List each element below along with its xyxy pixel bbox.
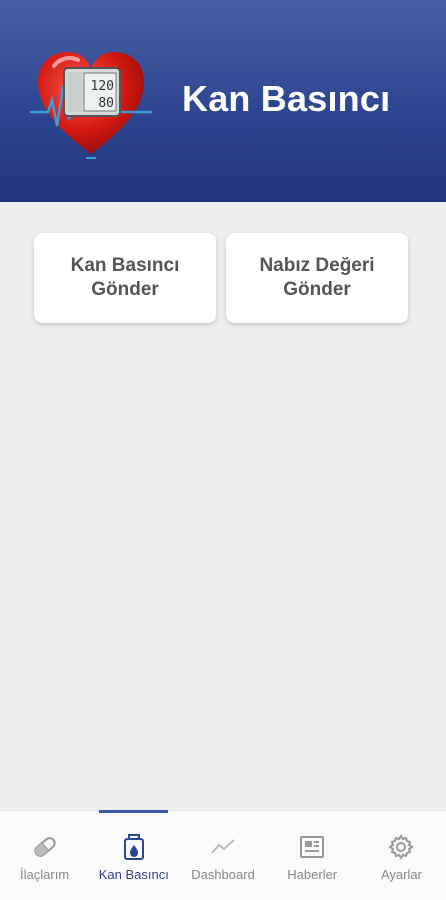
nav-label-dashboard: Dashboard [191,867,255,882]
send-blood-pressure-label-line1: Kan Basıncı [70,255,180,276]
send-pulse-button[interactable]: Nabız Değeri Gönder [226,233,408,323]
nav-item-haberler[interactable]: Haberler [268,811,357,900]
blood-bag-icon [123,834,144,860]
logo-display-top: 120 [91,79,114,94]
bottom-navigation: İlaçlarım Kan Basıncı Dashboard Haberler [0,810,446,900]
logo-display-bottom: 80 [98,96,114,111]
nav-item-ayarlar[interactable]: Ayarlar [357,811,446,900]
heart-blood-pressure-logo: 120 80 [30,52,152,159]
page-title: Kan Basıncı [182,78,391,119]
send-pulse-label-line2: Gönder [283,279,351,300]
nav-item-kan-basinci[interactable]: Kan Basıncı [89,810,178,900]
gear-icon [388,834,415,860]
nav-item-dashboard[interactable]: Dashboard [178,811,267,900]
app-header: 120 80 Kan Basıncı [0,0,446,202]
send-pulse-label-line1: Nabız Değeri [259,255,375,276]
action-cards: Kan Basıncı Gönder Nabız Değeri Gönder [34,233,408,323]
pill-icon [33,837,56,857]
nav-label-ilaclarim: İlaçlarım [20,867,70,882]
nav-label-kan-basinci: Kan Basıncı [98,867,169,882]
chart-line-icon [211,839,235,854]
send-blood-pressure-label-line2: Gönder [91,279,159,300]
send-blood-pressure-button[interactable]: Kan Basıncı Gönder [34,233,216,323]
newspaper-icon [300,836,325,858]
nav-label-ayarlar: Ayarlar [380,867,422,882]
nav-label-haberler: Haberler [287,867,338,882]
nav-item-ilaclarim[interactable]: İlaçlarım [0,811,89,900]
